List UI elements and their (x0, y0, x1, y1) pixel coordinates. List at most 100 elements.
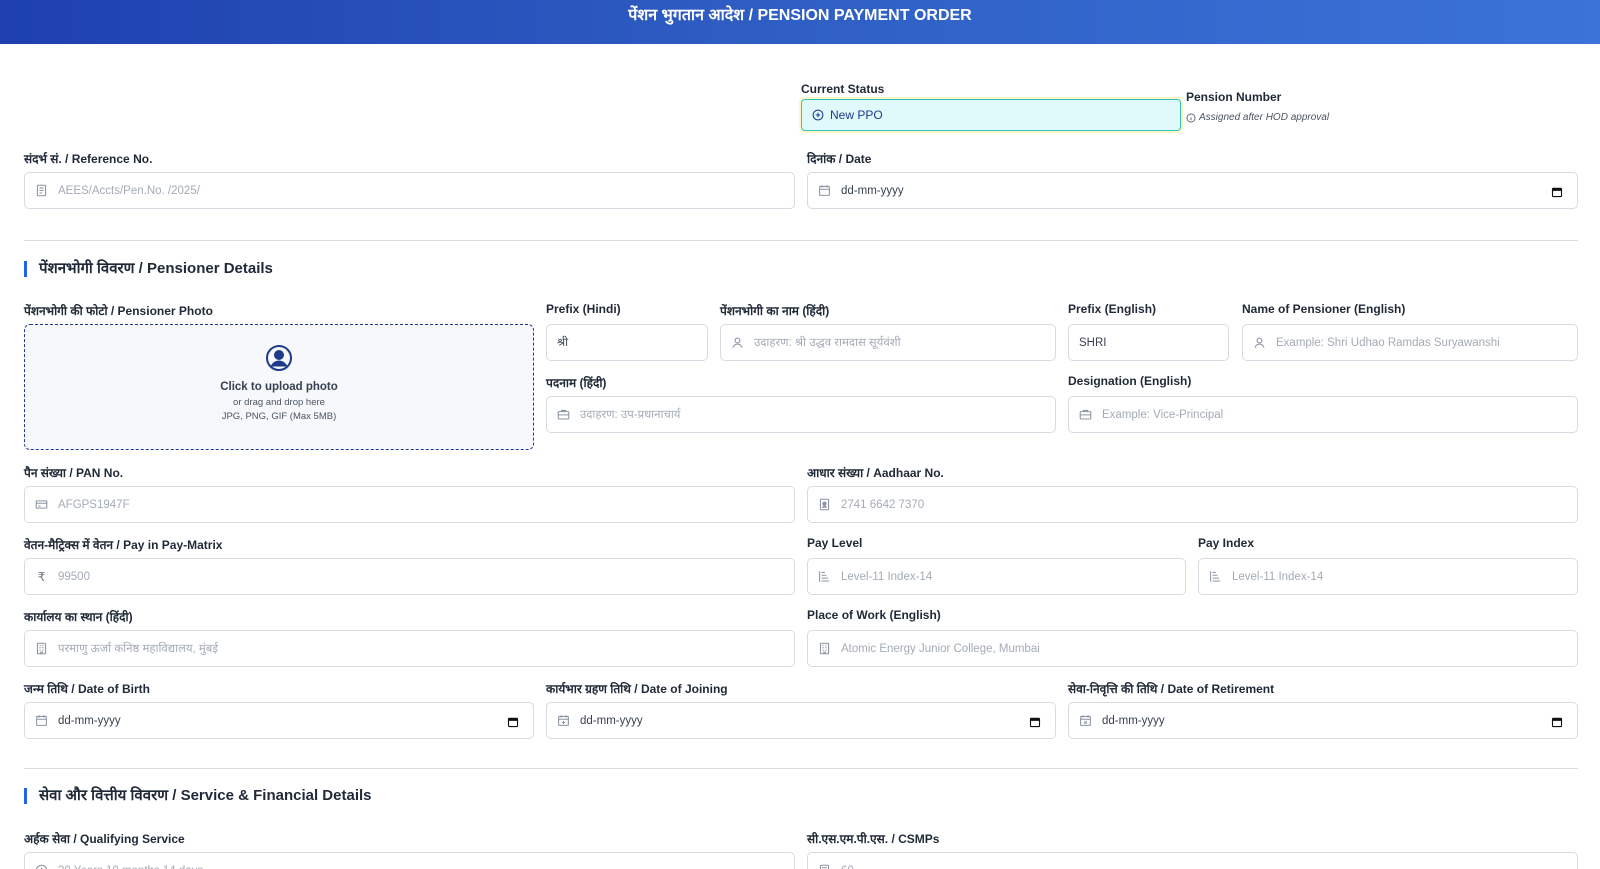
upload-formats: JPG, PNG, GIF (Max 5MB) (221, 411, 337, 422)
dor-value: dd-mm-yyyy (1102, 714, 1165, 727)
qualifying-service-field[interactable] (24, 852, 795, 869)
csmps-label: सी.एस.एम.पी.एस. / CSMPs (807, 832, 940, 846)
pay-index-input[interactable] (1232, 559, 1577, 594)
date-value: dd-mm-yyyy (841, 184, 904, 197)
user-icon (1253, 336, 1266, 349)
prefix-hindi-label: Prefix (Hindi) (546, 302, 621, 316)
calendar-plus-icon (557, 714, 570, 727)
reference-input[interactable] (58, 173, 794, 208)
user-circle-icon (265, 344, 293, 372)
pay-level-label: Pay Level (807, 536, 863, 550)
place-hindi-input[interactable] (58, 631, 794, 666)
document-icon (35, 184, 48, 197)
place-hindi-label: कार्यालय का स्थान (हिंदी) (24, 610, 133, 624)
aadhaar-field[interactable] (807, 486, 1578, 523)
qualifying-service-input[interactable] (58, 853, 794, 869)
pay-index-field[interactable] (1198, 558, 1578, 595)
prefix-hindi-field[interactable]: श्री (546, 324, 708, 361)
pan-field[interactable] (24, 486, 795, 523)
current-status-label: Current Status (801, 82, 885, 96)
aadhaar-input[interactable] (841, 487, 1577, 522)
page-header: पेंशन भुगतान आदेश / PENSION PAYMENT ORDE… (0, 0, 1600, 44)
doj-value: dd-mm-yyyy (580, 714, 643, 727)
dob-value: dd-mm-yyyy (58, 714, 121, 727)
pan-label: पैन संख्या / PAN No. (24, 466, 124, 480)
levels-icon (818, 570, 831, 583)
plus-circle-icon (812, 109, 824, 121)
name-english-field[interactable] (1242, 324, 1578, 361)
pan-input[interactable] (58, 487, 794, 522)
pay-level-input[interactable] (841, 559, 1185, 594)
briefcase-icon (557, 408, 570, 421)
pay-matrix-input[interactable] (58, 559, 794, 594)
photo-label: पेंशनभोगी की फोटो / Pensioner Photo (24, 304, 213, 318)
csmps-field[interactable] (807, 852, 1578, 869)
section-divider (24, 768, 1578, 769)
info-icon (1186, 113, 1196, 122)
pay-level-field[interactable] (807, 558, 1186, 595)
place-english-label: Place of Work (English) (807, 608, 941, 622)
designation-english-label: Designation (English) (1068, 374, 1192, 388)
calendar-icon (818, 184, 831, 197)
section-divider (24, 240, 1578, 241)
doj-field[interactable]: dd-mm-yyyy (546, 702, 1056, 739)
photo-upload-area[interactable]: Click to upload photo or drag and drop h… (24, 324, 534, 450)
user-icon (731, 336, 744, 349)
upload-title: Click to upload photo (220, 381, 338, 393)
reference-field[interactable] (24, 172, 795, 209)
designation-hindi-field[interactable] (546, 396, 1056, 433)
pensioner-section-title: पेंशनभोगी विवरण / Pensioner Details (24, 261, 273, 277)
name-english-input[interactable] (1276, 325, 1577, 360)
current-status-value: New PPO (830, 108, 883, 122)
designation-hindi-input[interactable] (580, 397, 1055, 432)
name-hindi-label: पेंशनभोगी का नाम (हिंदी) (720, 304, 830, 318)
id-badge-icon (818, 498, 831, 511)
date-picker-icon[interactable] (507, 715, 519, 728)
name-english-label: Name of Pensioner (English) (1242, 302, 1406, 316)
name-hindi-field[interactable] (720, 324, 1056, 361)
prefix-english-label: Prefix (English) (1068, 302, 1157, 316)
reference-label: संदर्भ सं. / Reference No. (24, 152, 153, 166)
dob-label: जन्म तिथि / Date of Birth (24, 682, 150, 696)
pay-index-label: Pay Index (1198, 536, 1255, 550)
pension-number-note: Assigned after HOD approval (1186, 112, 1329, 123)
designation-english-input[interactable] (1102, 397, 1577, 432)
current-status-badge: New PPO (801, 99, 1181, 131)
pension-number-label: Pension Number (1186, 90, 1282, 104)
doj-label: कार्यभार ग्रहण तिथि / Date of Joining (546, 682, 728, 696)
date-label: दिनांक / Date (807, 152, 872, 166)
briefcase-icon (1079, 408, 1092, 421)
designation-english-field[interactable] (1068, 396, 1578, 433)
date-field[interactable]: dd-mm-yyyy (807, 172, 1578, 209)
service-section-title: सेवा और वित्तीय विवरण / Service & Financ… (24, 788, 372, 804)
prefix-english-value: SHRI (1079, 336, 1107, 349)
calendar-x-icon (1079, 714, 1092, 727)
building-icon (35, 642, 48, 655)
name-hindi-input[interactable] (754, 325, 1055, 360)
rupee-icon: ₹ (37, 569, 46, 584)
csmps-input[interactable] (841, 853, 1577, 869)
qualifying-service-label: अर्हक सेवा / Qualifying Service (24, 832, 185, 846)
prefix-english-field[interactable]: SHRI (1068, 324, 1229, 361)
place-english-field[interactable] (807, 630, 1578, 667)
calculator-icon (818, 864, 831, 869)
date-picker-icon[interactable] (1551, 185, 1563, 198)
levels-icon (1209, 570, 1222, 583)
date-picker-icon[interactable] (1029, 715, 1041, 728)
dor-label: सेवा-निवृत्ति की तिथि / Date of Retireme… (1068, 682, 1275, 696)
dor-field[interactable]: dd-mm-yyyy (1068, 702, 1578, 739)
prefix-hindi-value: श्री (557, 337, 569, 349)
page-title: पेंशन भुगतान आदेश / PENSION PAYMENT ORDE… (628, 7, 972, 24)
date-picker-icon[interactable] (1551, 715, 1563, 728)
pay-matrix-field[interactable]: ₹ (24, 558, 795, 595)
pay-matrix-label: वेतन-मैट्रिक्स में वेतन / Pay in Pay-Mat… (24, 538, 223, 552)
designation-hindi-label: पदनाम (हिंदी) (546, 376, 607, 390)
card-icon (35, 498, 48, 511)
place-hindi-field[interactable] (24, 630, 795, 667)
clock-icon (35, 864, 48, 869)
place-english-input[interactable] (841, 631, 1577, 666)
building-icon (818, 642, 831, 655)
upload-subtitle: or drag and drop here (233, 397, 325, 408)
calendar-icon (35, 714, 48, 727)
dob-field[interactable]: dd-mm-yyyy (24, 702, 534, 739)
